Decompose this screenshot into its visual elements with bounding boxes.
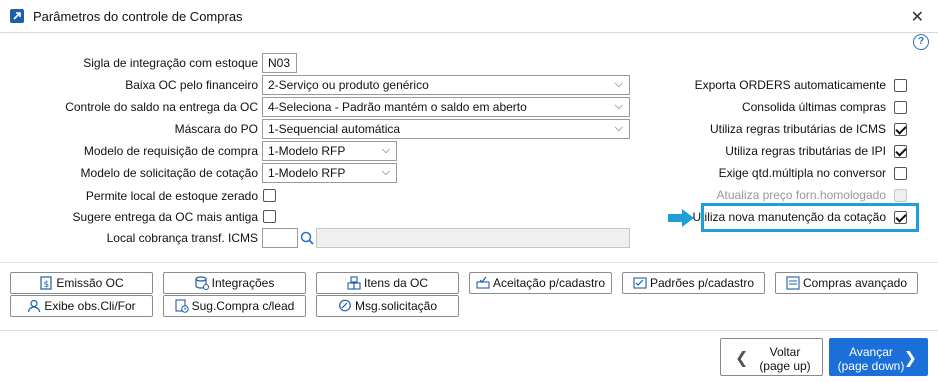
option-label: Atualiza preço forn.homologado bbox=[716, 188, 886, 202]
app-icon bbox=[10, 9, 24, 23]
chevron-down-icon: ⌵ bbox=[614, 100, 623, 112]
chevron-right-icon: ❯ bbox=[903, 350, 917, 367]
local-cobranca-input[interactable] bbox=[262, 228, 298, 248]
doc-clock-icon bbox=[175, 299, 189, 313]
document-icon: $ bbox=[39, 276, 53, 290]
mascara-po-row: Máscara do PO bbox=[0, 119, 258, 139]
sug-compra-button[interactable]: Sug.Compra c/lead bbox=[163, 295, 306, 317]
modelo-requisicao-value: 1-Modelo RFP bbox=[268, 144, 346, 158]
option-checkbox[interactable] bbox=[894, 145, 907, 158]
next-label-line1: Avançar bbox=[849, 345, 893, 359]
permite-local-label: Permite local de estoque zerado bbox=[85, 189, 258, 203]
sugere-entrega-row: Sugere entrega da OC mais antiga bbox=[0, 207, 258, 227]
aceitacao-button[interactable]: Aceitação p/cadastro bbox=[469, 272, 612, 294]
sigla-label: Sigla de integração com estoque bbox=[83, 56, 258, 70]
local-cobranca-row: Local cobrança transf. ICMS bbox=[0, 228, 258, 248]
chevron-down-icon: ⌵ bbox=[614, 78, 623, 90]
baixa-oc-row: Baixa OC pelo financeiro bbox=[0, 75, 258, 95]
permite-local-checkbox[interactable] bbox=[263, 189, 276, 202]
baixa-oc-value: 2-Serviço ou produto genérico bbox=[268, 78, 429, 92]
option-checkbox[interactable] bbox=[894, 167, 907, 180]
option-label: Utiliza regras tributárias de IPI bbox=[725, 144, 886, 158]
option-checkbox[interactable] bbox=[894, 79, 907, 92]
next-label-line2: (page down) bbox=[837, 359, 905, 373]
next-button[interactable]: Avançar (page down) ❯ bbox=[829, 338, 928, 376]
modelo-solicitacao-select[interactable]: 1-Modelo RFP ⌵ bbox=[262, 163, 397, 183]
emissao-oc-button[interactable]: $ Emissão OC bbox=[10, 272, 153, 294]
aceitacao-label: Aceitação p/cadastro bbox=[492, 276, 606, 290]
window-title: Parâmetros do controle de Compras bbox=[33, 9, 243, 24]
arrow-right-icon bbox=[668, 209, 694, 230]
permite-local-row: Permite local de estoque zerado bbox=[0, 186, 258, 206]
option-checkbox[interactable] bbox=[894, 123, 907, 136]
chevron-down-icon: ⌵ bbox=[381, 144, 390, 156]
emissao-oc-label: Emissão OC bbox=[56, 276, 124, 290]
padroes-label: Padrões p/cadastro bbox=[649, 276, 755, 290]
database-icon bbox=[195, 276, 209, 290]
controle-saldo-label: Controle do saldo na entrega da OC bbox=[65, 100, 258, 114]
inbox-check-icon bbox=[476, 276, 490, 290]
sugere-entrega-label: Sugere entrega da OC mais antiga bbox=[72, 210, 258, 224]
sigla-input[interactable]: N03 bbox=[262, 53, 297, 73]
list-box-icon bbox=[786, 276, 800, 290]
modelo-requisicao-select[interactable]: 1-Modelo RFP ⌵ bbox=[262, 141, 397, 161]
exibe-obs-label: Exibe obs.Cli/For bbox=[44, 299, 136, 313]
controle-saldo-select[interactable]: 4-Seleciona - Padrão mantém o saldo em a… bbox=[262, 97, 630, 117]
help-icon[interactable]: ? bbox=[913, 34, 929, 50]
integracoes-button[interactable]: Integrações bbox=[163, 272, 306, 294]
modelo-solicitacao-label: Modelo de solicitação de cotação bbox=[80, 166, 258, 180]
divider bbox=[0, 262, 938, 263]
option-checkbox bbox=[894, 189, 907, 202]
boxes-icon bbox=[347, 276, 361, 290]
option-label: Consolida últimas compras bbox=[741, 100, 886, 114]
itens-oc-button[interactable]: Itens da OC bbox=[316, 272, 459, 294]
option-label: Utiliza regras tributárias de ICMS bbox=[709, 122, 886, 136]
mascara-po-select[interactable]: 1-Sequencial automática ⌵ bbox=[262, 119, 630, 139]
next-label: Avançar (page down) bbox=[834, 345, 908, 373]
modelo-requisicao-label: Modelo de requisição de compra bbox=[83, 144, 258, 158]
back-label-line1: Voltar bbox=[769, 345, 801, 359]
mascara-po-value: 1-Sequencial automática bbox=[268, 122, 401, 136]
compras-avancado-label: Compras avançado bbox=[802, 276, 908, 290]
svg-text:$: $ bbox=[44, 280, 50, 290]
option-checkbox[interactable] bbox=[894, 101, 907, 114]
chevron-down-icon: ⌵ bbox=[614, 122, 623, 134]
highlight-box bbox=[701, 203, 919, 232]
modelo-requisicao-row: Modelo de requisição de compra bbox=[0, 141, 258, 161]
controle-saldo-row: Controle do saldo na entrega da OC bbox=[0, 97, 258, 117]
modelo-solicitacao-value: 1-Modelo RFP bbox=[268, 166, 346, 180]
baixa-oc-label: Baixa OC pelo financeiro bbox=[125, 78, 258, 92]
message-icon bbox=[338, 299, 352, 313]
sug-compra-label: Sug.Compra c/lead bbox=[191, 299, 295, 313]
chevron-down-icon: ⌵ bbox=[381, 166, 390, 178]
checklist-icon bbox=[633, 276, 647, 290]
close-icon[interactable]: ✕ bbox=[911, 7, 924, 27]
exibe-obs-button[interactable]: Exibe obs.Cli/For bbox=[10, 295, 153, 317]
back-label-line2: (page up) bbox=[759, 359, 811, 373]
sigla-row: Sigla de integração com estoque bbox=[0, 53, 258, 73]
mascara-po-label: Máscara do PO bbox=[174, 122, 258, 136]
search-icon[interactable] bbox=[299, 230, 315, 246]
option-label: Exige qtd.múltipla no conversor bbox=[718, 166, 886, 180]
footer-separator bbox=[0, 330, 938, 331]
back-label: Voltar (page up) bbox=[753, 345, 817, 373]
user-icon bbox=[27, 299, 41, 313]
msg-solicitacao-label: Msg.solicitação bbox=[354, 299, 438, 313]
sugere-entrega-checkbox[interactable] bbox=[263, 210, 276, 223]
integracoes-label: Integrações bbox=[211, 276, 275, 290]
local-cobranca-label: Local cobrança transf. ICMS bbox=[106, 231, 258, 245]
controle-saldo-value: 4-Seleciona - Padrão mantém o saldo em a… bbox=[268, 100, 527, 114]
back-button[interactable]: ❮ Voltar (page up) bbox=[720, 338, 823, 376]
compras-avancado-button[interactable]: Compras avançado bbox=[775, 272, 918, 294]
baixa-oc-select[interactable]: 2-Serviço ou produto genérico ⌵ bbox=[262, 75, 630, 95]
local-cobranca-description bbox=[316, 228, 630, 248]
itens-oc-label: Itens da OC bbox=[363, 276, 429, 290]
option-label: Exporta ORDERS automaticamente bbox=[694, 78, 886, 92]
modelo-solicitacao-row: Modelo de solicitação de cotação bbox=[0, 163, 258, 183]
padroes-button[interactable]: Padrões p/cadastro bbox=[622, 272, 765, 294]
title-bar: Parâmetros do controle de Compras ✕ bbox=[0, 0, 938, 33]
chevron-left-icon: ❮ bbox=[735, 350, 749, 367]
msg-solicitacao-button[interactable]: Msg.solicitação bbox=[316, 295, 459, 317]
